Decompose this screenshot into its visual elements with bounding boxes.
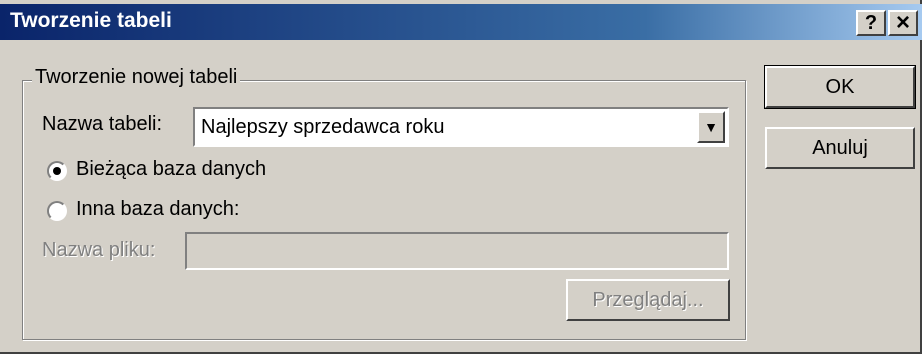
current-db-radio[interactable]	[47, 161, 67, 181]
groupbox-legend: Tworzenie nowej tabeli	[32, 66, 241, 89]
dialog-window: Tworzenie tabeli ? × Tworzenie nowej tab…	[0, 0, 922, 354]
help-button[interactable]: ?	[856, 10, 886, 36]
table-name-value: Najlepszy sprzedawca roku	[201, 116, 445, 138]
file-name-label: Nazwa pliku:	[42, 239, 156, 261]
current-db-label[interactable]: Bieżąca baza danych	[76, 158, 266, 181]
file-name-field	[185, 232, 729, 270]
cancel-button[interactable]: Anuluj	[765, 127, 915, 169]
ok-button[interactable]: OK	[764, 65, 916, 109]
chevron-down-icon[interactable]: ▼	[697, 111, 725, 143]
other-db-label[interactable]: Inna baza danych:	[76, 198, 239, 221]
table-name-label: Nazwa tabeli:	[42, 113, 163, 135]
close-button[interactable]: ×	[888, 10, 918, 36]
window-title: Tworzenie tabeli	[10, 9, 172, 32]
title-bar[interactable]: Tworzenie tabeli ? ×	[0, 4, 922, 40]
browse-button: Przeglądaj...	[566, 279, 730, 321]
other-db-radio[interactable]	[47, 201, 67, 221]
table-name-combobox[interactable]: Najlepszy sprzedawca roku ▼	[193, 107, 729, 147]
radio-selected-dot	[53, 167, 61, 175]
